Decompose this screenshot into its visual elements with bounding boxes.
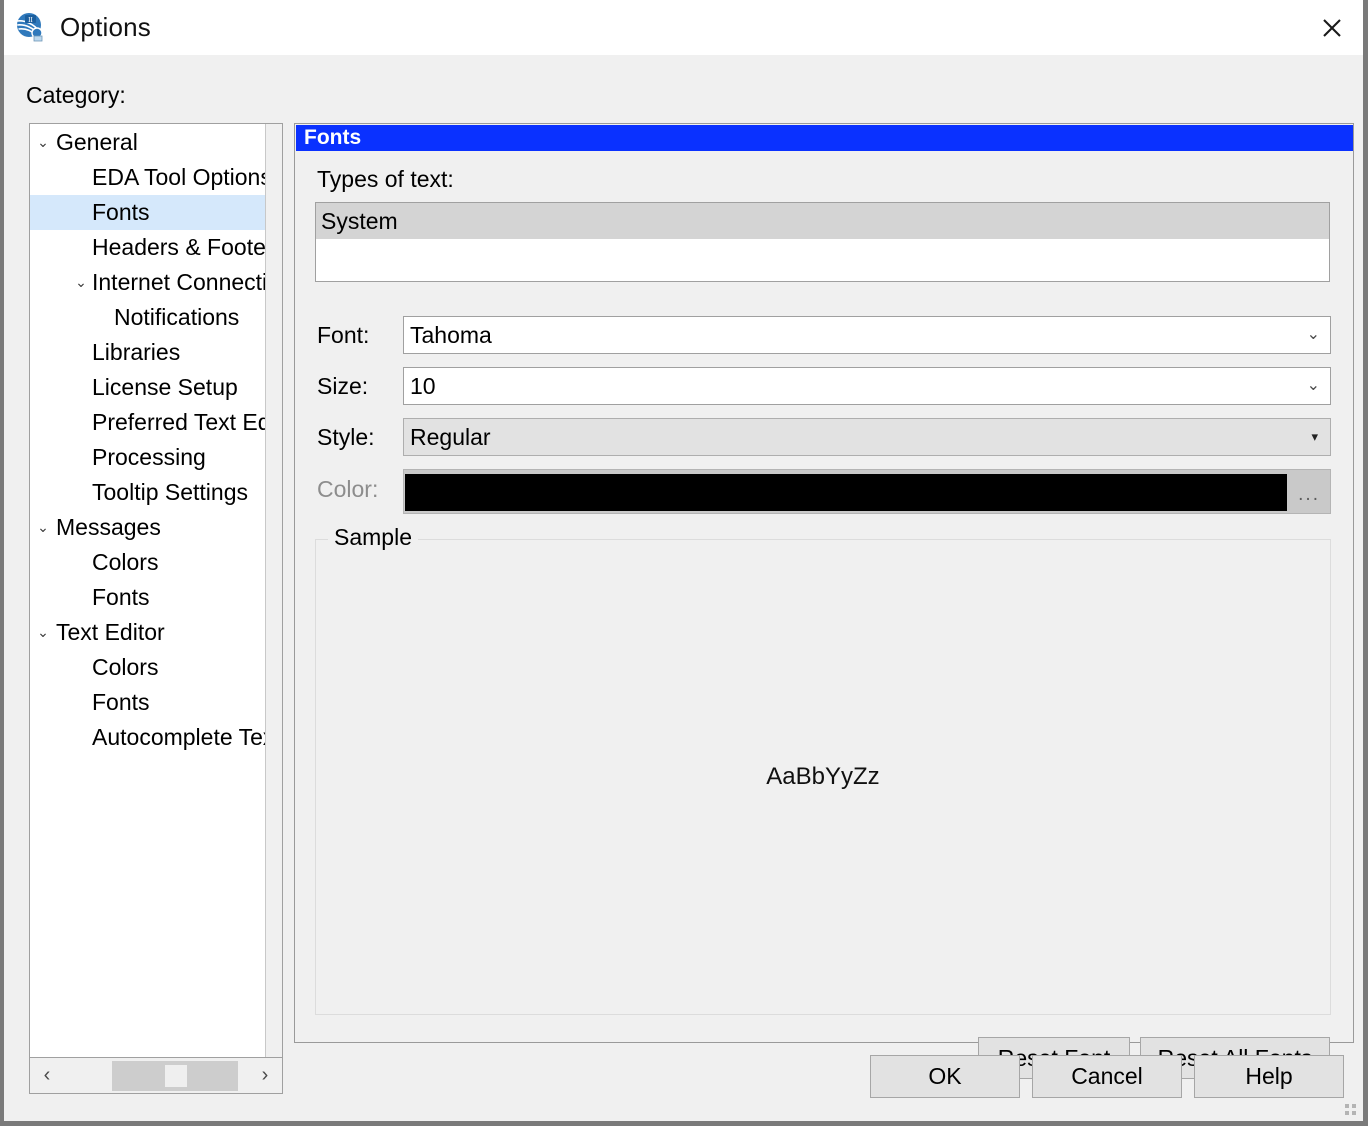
- scrollbar-thumb[interactable]: [165, 1064, 187, 1087]
- chevron-down-icon[interactable]: ⌄: [34, 510, 52, 545]
- color-picker-button[interactable]: ...: [1298, 470, 1320, 513]
- sidebar-item-messages[interactable]: ⌄ Messages: [30, 510, 282, 545]
- sidebar-item-label: Fonts: [92, 584, 150, 610]
- scrollbar-track[interactable]: [64, 1060, 248, 1091]
- svg-text:II: II: [28, 16, 33, 24]
- app-globe-icon: II: [14, 11, 48, 45]
- sidebar-item-label: General: [56, 129, 138, 155]
- category-tree-list: ⌄ General EDA Tool Options Fonts Headers & F…: [30, 124, 282, 755]
- cancel-button[interactable]: Cancel: [1032, 1055, 1182, 1098]
- sidebar-item-notifications[interactable]: Notifications: [30, 300, 282, 335]
- chevron-down-icon[interactable]: ⌄: [34, 615, 52, 650]
- sidebar-item-label: Text Editor: [56, 619, 165, 645]
- style-value: Regular: [410, 424, 491, 450]
- sidebar-item-label: Headers & Footers: [92, 234, 283, 260]
- sidebar-item-eda-tool-options[interactable]: EDA Tool Options: [30, 160, 282, 195]
- sidebar-item-label: License Setup: [92, 374, 238, 400]
- color-field[interactable]: ...: [403, 469, 1331, 514]
- sidebar-item-headers-footers[interactable]: Headers & Footers: [30, 230, 282, 265]
- chevron-down-icon: ⌄: [1306, 377, 1320, 394]
- chevron-down-icon: ⌄: [1306, 326, 1320, 343]
- sidebar-item-label: EDA Tool Options: [92, 164, 272, 190]
- color-label: Color:: [317, 476, 379, 502]
- title-bar: II Options: [4, 0, 1363, 55]
- sidebar-item-autocomplete-text[interactable]: Autocomplete Text: [30, 720, 282, 755]
- sidebar-item-fonts[interactable]: Fonts: [30, 685, 282, 720]
- help-button[interactable]: Help: [1194, 1055, 1344, 1098]
- sidebar-item-fonts[interactable]: Fonts: [30, 195, 282, 230]
- size-select[interactable]: 10 ⌄: [403, 367, 1331, 405]
- window-title: Options: [60, 12, 152, 42]
- sidebar-item-preferred-text-editor[interactable]: Preferred Text Editor: [30, 405, 282, 440]
- size-label: Size:: [317, 373, 369, 399]
- ok-button[interactable]: OK: [870, 1055, 1020, 1098]
- list-item[interactable]: System: [316, 203, 1329, 239]
- sidebar-item-label: Colors: [92, 654, 159, 680]
- style-select[interactable]: Regular ▾: [403, 418, 1331, 456]
- color-swatch[interactable]: [405, 474, 1287, 511]
- close-icon[interactable]: [1301, 0, 1363, 55]
- sidebar-item-colors[interactable]: Colors: [30, 545, 282, 580]
- sidebar-item-tooltip-settings[interactable]: Tooltip Settings: [30, 475, 282, 510]
- sidebar-item-label: Internet Connectivity: [92, 269, 283, 295]
- types-of-text-list[interactable]: System: [315, 202, 1330, 282]
- sidebar-item-libraries[interactable]: Libraries: [30, 335, 282, 370]
- sidebar-item-label: Preferred Text Editor: [92, 409, 283, 435]
- scroll-right-icon[interactable]: ›: [248, 1059, 282, 1093]
- resize-grip-icon[interactable]: [1345, 1104, 1359, 1118]
- options-dialog: II Options Category: ⌄ General EDA Tool Op…: [0, 0, 1368, 1126]
- sidebar-item-label: Fonts: [92, 689, 150, 715]
- tree-horizontal-scrollbar[interactable]: ‹ ›: [29, 1058, 283, 1094]
- sidebar-item-internet-connectivity[interactable]: ⌄ Internet Connectivity: [30, 265, 282, 300]
- sidebar-item-label: Processing: [92, 444, 206, 470]
- sidebar-item-label: Tooltip Settings: [92, 479, 248, 505]
- size-value: 10: [410, 373, 436, 399]
- sidebar-item-label: Fonts: [92, 199, 150, 225]
- sample-group-box: Sample AaBbYyZz: [315, 524, 1331, 1015]
- sidebar-item-general[interactable]: ⌄ General: [30, 125, 282, 160]
- style-label: Style:: [317, 424, 375, 450]
- font-label: Font:: [317, 322, 370, 348]
- sidebar-item-license-setup[interactable]: License Setup: [30, 370, 282, 405]
- sidebar-item-label: Messages: [56, 514, 161, 540]
- sample-preview-text: AaBbYyZz: [766, 763, 880, 790]
- chevron-down-icon: ▾: [1311, 429, 1318, 444]
- panel-title: Fonts: [296, 125, 1353, 151]
- category-tree[interactable]: ⌄ General EDA Tool Options Fonts Headers & F…: [29, 123, 283, 1058]
- chevron-down-icon[interactable]: ⌄: [72, 265, 90, 300]
- sidebar-item-fonts[interactable]: Fonts: [30, 580, 282, 615]
- chevron-down-icon[interactable]: ⌄: [34, 125, 52, 160]
- dialog-body: Category: ⌄ General EDA Tool Options Fonts H…: [4, 55, 1363, 1121]
- sidebar-item-text-editor[interactable]: ⌄ Text Editor: [30, 615, 282, 650]
- tree-vertical-scrollbar[interactable]: [265, 124, 282, 1057]
- sidebar-item-label: Autocomplete Text: [92, 724, 281, 750]
- sidebar-item-colors[interactable]: Colors: [30, 650, 282, 685]
- category-label: Category:: [26, 82, 126, 108]
- sidebar-item-processing[interactable]: Processing: [30, 440, 282, 475]
- scroll-left-icon[interactable]: ‹: [30, 1059, 64, 1093]
- sidebar-item-label: Libraries: [92, 339, 181, 365]
- types-of-text-label: Types of text:: [317, 166, 454, 192]
- sidebar-item-label: Colors: [92, 549, 159, 575]
- font-select[interactable]: Tahoma ⌄: [403, 316, 1331, 354]
- font-value: Tahoma: [410, 322, 492, 348]
- sidebar-item-label: Notifications: [114, 304, 240, 330]
- fonts-settings-panel: Fonts Types of text: System Font: Tahoma…: [294, 123, 1354, 1079]
